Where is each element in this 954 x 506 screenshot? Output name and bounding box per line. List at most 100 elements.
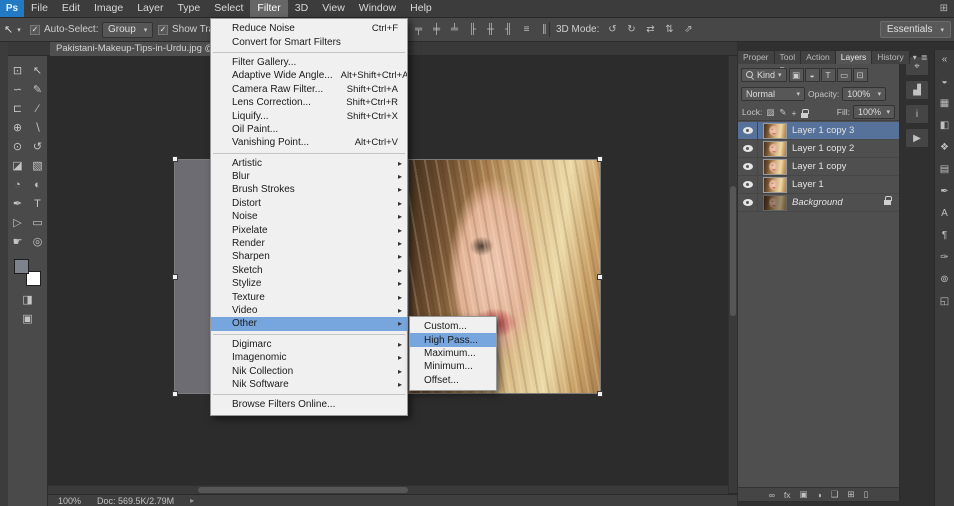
clone-source-panel-icon[interactable]: ⊚ xyxy=(940,274,948,287)
distribute-vertical-centers-icon[interactable]: ≡ xyxy=(518,22,535,38)
eraser-tool-icon[interactable]: ◪ xyxy=(8,156,28,175)
workspace-switcher-icon[interactable]: ⊞ xyxy=(940,3,948,14)
layer-row-layer-1[interactable]: Layer 1 xyxy=(738,176,899,194)
filter-menu-item-convert-for-smart-filters[interactable]: Convert for Smart Filters xyxy=(211,35,407,48)
layer-visibility-toggle[interactable] xyxy=(738,122,758,139)
menubar-item-help[interactable]: Help xyxy=(403,0,439,17)
3d-drag-icon[interactable]: ⇄ xyxy=(642,22,659,38)
distribute-horizontal-centers-icon[interactable]: ∥ xyxy=(536,22,553,38)
filter-menu-item-filter-gallery[interactable]: Filter Gallery... xyxy=(211,56,407,69)
align-right-edges-icon[interactable]: ╢ xyxy=(500,22,517,38)
filter-menu-item-vanishing-point[interactable]: Vanishing Point...Alt+Ctrl+V xyxy=(211,136,407,149)
menubar-item-layer[interactable]: Layer xyxy=(130,0,170,17)
quick-selection-tool-icon[interactable]: ✎ xyxy=(28,80,48,99)
submenu-item-maximum[interactable]: Maximum... xyxy=(410,347,496,360)
quick-mask-icon[interactable]: ◨ xyxy=(22,290,32,309)
crop-tool-icon[interactable]: ⊏ xyxy=(8,99,28,118)
3d-rotate-icon[interactable]: ↺ xyxy=(604,22,621,38)
filter-menu-item-sketch[interactable]: Sketch▸ xyxy=(211,264,407,277)
lock-all-icon[interactable] xyxy=(800,106,809,118)
transform-handle-tr[interactable] xyxy=(597,156,603,162)
swatches-panel-icon[interactable]: ▦ xyxy=(940,98,949,111)
lock-transparent-pixels-icon[interactable]: ▨ xyxy=(765,106,775,118)
auto-select-target-dropdown[interactable]: Group ▾ xyxy=(102,22,153,38)
color-panel-icon[interactable]: ◒ xyxy=(941,76,947,89)
filter-menu-item-lens-correction[interactable]: Lens Correction...Shift+Ctrl+R xyxy=(211,96,407,109)
menubar-item-view[interactable]: View xyxy=(315,0,352,17)
clone-stamp-tool-icon[interactable]: ⊙ xyxy=(8,137,28,156)
type-tool-icon[interactable]: T xyxy=(28,194,48,213)
transform-handle-ml[interactable] xyxy=(172,274,178,280)
panel-tab-tool-p[interactable]: Tool P xyxy=(775,51,802,64)
3d-roll-icon[interactable]: ↻ xyxy=(623,22,640,38)
menubar-item-filter[interactable]: Filter xyxy=(250,0,287,17)
filter-menu-item-brush-strokes[interactable]: Brush Strokes▸ xyxy=(211,183,407,196)
link-layers-icon[interactable]: ∞ xyxy=(769,489,775,501)
timeline-panel-icon[interactable]: ◱ xyxy=(940,296,949,309)
align-bottom-edges-icon[interactable]: ╧ xyxy=(446,22,463,38)
info-panel-icon[interactable]: i xyxy=(905,104,929,124)
filter-menu-item-render[interactable]: Render▸ xyxy=(211,237,407,250)
pixel-layer-filter-icon[interactable]: ▣ xyxy=(789,68,804,82)
submenu-item-custom[interactable]: Custom... xyxy=(410,320,496,333)
filter-menu-item-oil-paint[interactable]: Oil Paint... xyxy=(211,123,407,136)
menubar-item-type[interactable]: Type xyxy=(170,0,207,17)
filter-menu-item-browse-filters-online[interactable]: Browse Filters Online... xyxy=(211,398,407,411)
submenu-item-offset[interactable]: Offset... xyxy=(410,374,496,387)
layer-style-icon[interactable]: fx xyxy=(784,489,791,501)
vertical-scrollbar-thumb[interactable] xyxy=(730,186,736,316)
add-layer-mask-icon[interactable]: ▣ xyxy=(800,489,808,501)
opacity-dropdown[interactable]: 100% ▾ xyxy=(842,87,886,101)
gradient-tool-icon[interactable]: ▧ xyxy=(28,156,48,175)
filter-menu-item-stylize[interactable]: Stylize▸ xyxy=(211,277,407,290)
lasso-tool-icon[interactable]: ∽ xyxy=(8,80,28,99)
workspace-dropdown[interactable]: Essentials ▾ xyxy=(880,21,951,38)
lock-image-pixels-icon[interactable]: ✎ xyxy=(778,106,787,118)
filter-menu-item-pixelate[interactable]: Pixelate▸ xyxy=(211,223,407,236)
layer-row-layer-1-copy-2[interactable]: Layer 1 copy 2 xyxy=(738,140,899,158)
actions-panel-icon[interactable]: ▶ xyxy=(905,128,929,148)
filter-menu-item-nik-software[interactable]: Nik Software▸ xyxy=(211,378,407,391)
expand-panels-icon[interactable]: « xyxy=(942,54,948,67)
shape-layer-filter-icon[interactable]: ▭ xyxy=(837,68,852,82)
lock-position-icon[interactable]: + xyxy=(790,106,797,118)
filter-menu-item-video[interactable]: Video▸ xyxy=(211,304,407,317)
zoom-tool-icon[interactable]: ◎ xyxy=(28,232,48,251)
new-group-icon[interactable]: ❑ xyxy=(831,489,839,501)
panel-menu-icon[interactable]: ≣ xyxy=(921,53,928,62)
paths-panel-icon[interactable]: ✒ xyxy=(940,186,948,199)
filter-menu-item-nik-collection[interactable]: Nik Collection▸ xyxy=(211,364,407,377)
move-tool-icon[interactable]: ↖ xyxy=(28,61,48,80)
foreground-color-swatch[interactable] xyxy=(14,259,29,274)
layer-visibility-toggle[interactable] xyxy=(738,194,758,211)
menubar-item-select[interactable]: Select xyxy=(207,0,250,17)
panel-tab-history[interactable]: History xyxy=(872,51,909,64)
new-adjustment-layer-icon[interactable]: ◑ xyxy=(817,489,822,501)
filter-menu-item-liquify[interactable]: Liquify...Shift+Ctrl+X xyxy=(211,109,407,122)
status-options-arrow-icon[interactable]: ▸ xyxy=(190,496,194,505)
healing-brush-tool-icon[interactable]: ⊕ xyxy=(8,118,28,137)
rectangle-tool-icon[interactable]: ▭ xyxy=(28,213,48,232)
filter-menu-item-sharpen[interactable]: Sharpen▸ xyxy=(211,250,407,263)
vertical-scrollbar[interactable] xyxy=(728,56,737,493)
smart-object-filter-icon[interactable]: ⊡ xyxy=(853,68,868,82)
layer-row-layer-1-copy-3[interactable]: Layer 1 copy 3 xyxy=(738,122,899,140)
type-layer-filter-icon[interactable]: T xyxy=(821,68,836,82)
filter-menu-item-other[interactable]: Other▸ xyxy=(211,317,407,330)
adjustment-layer-filter-icon[interactable]: ◒ xyxy=(805,68,820,82)
pen-tool-icon[interactable]: ✒ xyxy=(8,194,28,213)
menubar-item-3d[interactable]: 3D xyxy=(288,0,315,17)
hand-tool-icon[interactable]: ☛ xyxy=(8,232,28,251)
filter-menu-item-camera-raw-filter[interactable]: Camera Raw Filter...Shift+Ctrl+A xyxy=(211,83,407,96)
filter-menu-item-blur[interactable]: Blur▸ xyxy=(211,170,407,183)
auto-select-checkbox[interactable]: ✓ Auto-Select: xyxy=(30,18,98,41)
menubar-item-image[interactable]: Image xyxy=(87,0,130,17)
panel-tab-layers[interactable]: Layers xyxy=(836,51,873,64)
3d-slide-icon[interactable]: ⇅ xyxy=(661,22,678,38)
submenu-item-high-pass[interactable]: High Pass... xyxy=(410,333,496,346)
eyedropper-tool-icon[interactable]: ∕ xyxy=(28,99,48,118)
filter-menu-item-reduce-noise[interactable]: Reduce NoiseCtrl+F xyxy=(211,22,407,35)
filter-menu-item-artistic[interactable]: Artistic▸ xyxy=(211,157,407,170)
panel-tab-proper[interactable]: Proper xyxy=(738,51,775,64)
menubar-item-window[interactable]: Window xyxy=(352,0,403,17)
